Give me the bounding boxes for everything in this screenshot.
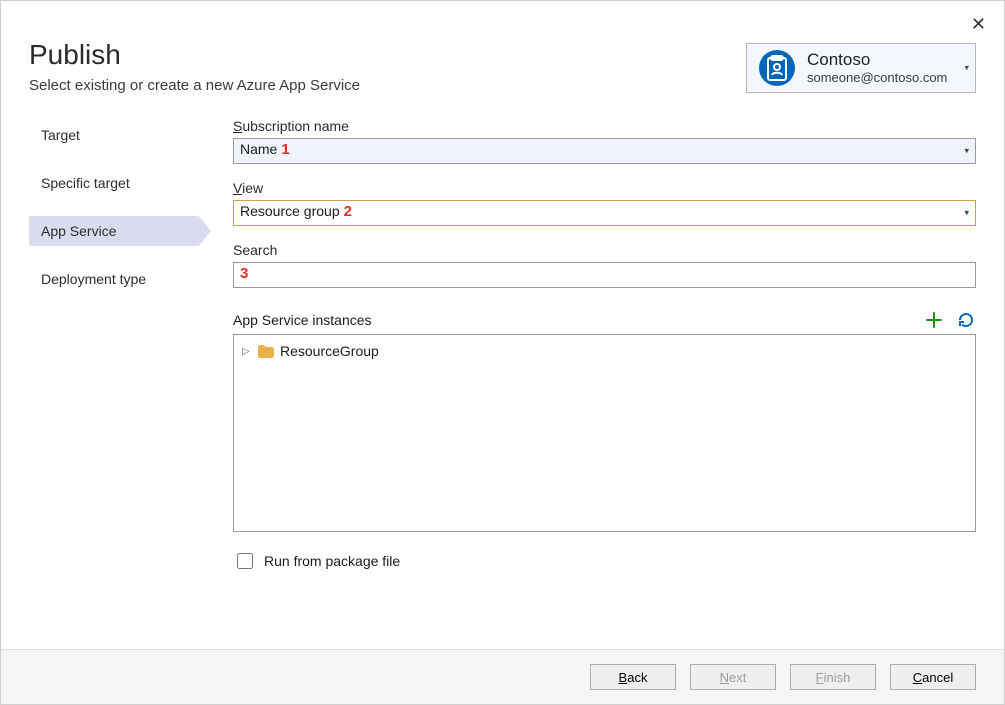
cancel-button[interactable]: Cancel xyxy=(890,664,976,690)
cancel-label-rest: ancel xyxy=(922,670,953,685)
run-from-package-input[interactable] xyxy=(237,553,253,569)
instances-tree[interactable]: ▷ ResourceGroup xyxy=(233,334,976,532)
publish-dialog: ✕ Publish Select existing or create a ne… xyxy=(0,0,1005,705)
annotation-3: 3 xyxy=(240,265,248,282)
tree-row[interactable]: ▷ ResourceGroup xyxy=(242,341,967,361)
next-label-rest: ext xyxy=(729,670,746,685)
instances-header: App Service instances xyxy=(233,310,976,330)
back-label-rest: ack xyxy=(627,670,647,685)
dialog-header: Publish Select existing or create a new … xyxy=(1,1,1004,100)
annotation-1: 1 xyxy=(281,141,289,158)
view-select[interactable]: Resource group2 ▾ xyxy=(233,200,976,226)
view-value: Resource group xyxy=(240,203,340,219)
sidebar-item-target[interactable]: Target xyxy=(29,120,199,150)
finish-label-rest: inish xyxy=(824,670,851,685)
view-label: View xyxy=(233,180,976,196)
subscription-label: Subscription name xyxy=(233,118,976,134)
chevron-down-icon: ▾ xyxy=(964,208,969,219)
main-panel: Subscription name Name1 ▾ View Resource … xyxy=(207,118,976,649)
view-field: View Resource group2 ▾ xyxy=(233,180,976,226)
dialog-body: Target Specific target App Service Deplo… xyxy=(1,100,1004,649)
wizard-sidebar: Target Specific target App Service Deplo… xyxy=(29,118,199,649)
next-button[interactable]: Next xyxy=(690,664,776,690)
search-field: Search 3 xyxy=(233,242,976,288)
sidebar-item-specific-target[interactable]: Specific target xyxy=(29,168,199,198)
run-from-package-checkbox[interactable]: Run from package file xyxy=(233,550,976,572)
header-text: Publish Select existing or create a new … xyxy=(29,39,360,94)
dialog-footer: Back Next Finish Cancel xyxy=(1,649,1004,704)
instances-title: App Service instances xyxy=(233,312,372,328)
account-org: Contoso xyxy=(807,51,947,70)
subscription-select[interactable]: Name1 ▾ xyxy=(233,138,976,164)
account-badge-icon xyxy=(759,50,795,86)
close-icon[interactable]: ✕ xyxy=(971,15,986,33)
sidebar-item-deployment-type[interactable]: Deployment type xyxy=(29,264,199,294)
finish-button[interactable]: Finish xyxy=(790,664,876,690)
chevron-down-icon: ▾ xyxy=(964,146,969,157)
annotation-2: 2 xyxy=(344,203,352,220)
account-picker[interactable]: Contoso someone@contoso.com ▾ xyxy=(746,43,976,93)
tree-item-label: ResourceGroup xyxy=(280,343,379,359)
search-label: Search xyxy=(233,242,976,258)
expander-icon[interactable]: ▷ xyxy=(242,346,252,357)
account-email: someone@contoso.com xyxy=(807,70,947,85)
page-subtitle: Select existing or create a new Azure Ap… xyxy=(29,77,360,94)
subscription-field: Subscription name Name1 ▾ xyxy=(233,118,976,164)
run-from-package-label: Run from package file xyxy=(264,553,400,569)
sidebar-item-app-service[interactable]: App Service xyxy=(29,216,199,246)
refresh-icon[interactable] xyxy=(956,310,976,330)
add-instance-icon[interactable] xyxy=(924,310,944,330)
chevron-down-icon: ▾ xyxy=(964,63,969,74)
subscription-value: Name xyxy=(240,141,277,157)
back-button[interactable]: Back xyxy=(590,664,676,690)
page-title: Publish xyxy=(29,39,360,71)
search-input[interactable]: 3 xyxy=(233,262,976,288)
folder-icon xyxy=(258,345,274,358)
